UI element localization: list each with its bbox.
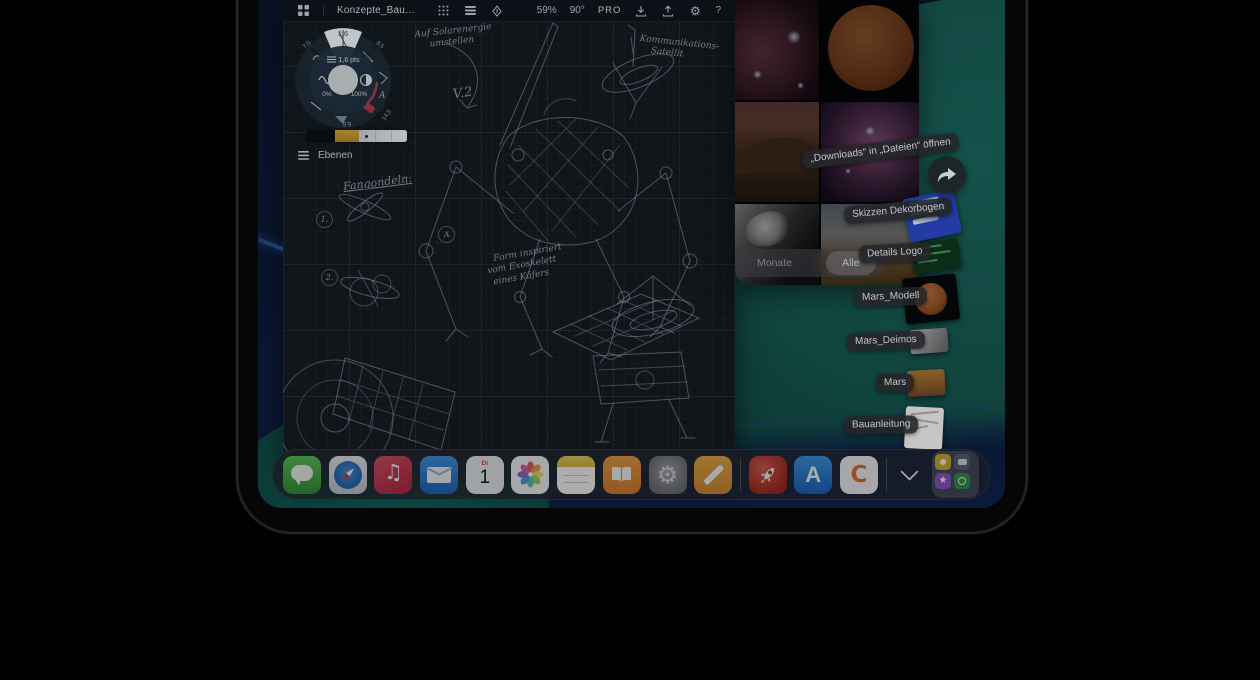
camera-mini-icon [954,454,970,470]
rocket-icon [752,459,783,490]
drag-label-mars-deimos: Mars_Deimos [847,329,925,351]
drop-arrow-badge [928,156,966,194]
wheel-max-label: 100% [351,91,368,98]
dock-item-books[interactable] [603,456,641,494]
chevron-down-icon [900,462,918,480]
star-mini-icon: ★ [935,473,951,489]
color-swatch-bar[interactable] [306,130,407,142]
drag-label-bauanleitung: Bauanleitung [844,413,919,434]
photos-flower-icon [517,461,544,488]
calendar-weekday: Di [466,460,504,467]
dock-item-appstore[interactable]: A [794,456,832,494]
import-download-button[interactable] [634,4,648,18]
pro-badge-button[interactable]: PRO [598,5,622,16]
layers-label: Ebenen [318,150,352,161]
wheel-min-label: 0% [322,91,332,98]
tool-wheel[interactable]: A 1,6 7,5 8,5 [291,24,395,130]
dock-item-rocket[interactable] [749,456,787,494]
dock-item-messages[interactable] [283,456,321,494]
help-button[interactable]: ? [715,5,721,16]
swatch-divider [391,130,392,142]
tips-mini-icon [935,454,951,470]
swatch-black [306,130,335,142]
annotation-number-1: 1. [316,211,333,228]
dock-item-notes[interactable] [557,456,595,494]
concepts-icon: C [850,462,867,488]
tab-monate[interactable]: Monate [745,257,804,269]
books-icon [610,466,633,483]
app-grid-button[interactable] [296,4,310,18]
hamburger-icon [298,151,309,160]
dock-item-mail[interactable] [420,456,458,494]
document-title[interactable]: Konzepte_Bau… [337,5,415,16]
music-icon: ♫ [374,460,412,484]
zoom-level-button[interactable]: 59% [537,5,557,16]
ipad-screen: Auf Solarenergie umstellen Kommunikation… [258,0,1005,508]
drag-label-details: Details Logo [859,240,932,263]
swatch-divider [375,130,376,142]
export-share-button[interactable] [661,4,675,18]
dots-grid-button[interactable] [436,4,450,18]
calendar-day: 1 [466,468,504,487]
wheel-size-d: 6,8 [342,120,351,126]
notes-icon [557,456,595,467]
dock-item-sketch-pen[interactable] [694,456,732,494]
target-mini-icon [954,473,970,489]
dock-suggested-apps[interactable]: ★ [932,451,979,498]
dock-divider [740,458,741,492]
pen-nib-button[interactable] [490,4,504,18]
settings-gear-button[interactable]: ⚙ [688,4,702,18]
dock-chevron-button[interactable] [894,460,924,490]
dock-item-photos[interactable] [511,456,549,494]
svg-text:A: A [378,91,386,101]
appstore-icon: A [805,462,821,488]
rotation-button[interactable]: 90° [570,5,585,16]
layers-button[interactable]: Ebenen [298,150,352,161]
toolbar-divider [323,5,324,16]
annotation-number-2: 2. [321,269,338,286]
dock-item-safari[interactable] [329,456,367,494]
wheel-size-c: 14,5 [381,108,393,122]
settings-gear-icon: ⚙ [657,463,679,487]
concepts-toolbar: Konzepte_Bau… 59% 90° PRO [283,0,735,22]
dock: ♫ Di 1 [272,449,990,500]
annotation-version: V.2 [452,85,474,104]
wheel-selected-size: 1,6 [338,29,348,38]
pen-icon [703,463,725,485]
dock-item-music[interactable]: ♫ [374,456,412,494]
drag-label-mars-modell: Mars_Modell [854,285,928,307]
forward-arrow-icon [937,167,957,183]
drag-label-mars: Mars [876,372,915,392]
wheel-size-label: 1,6 pts [338,57,360,64]
layers-stack-button[interactable] [463,4,477,18]
concepts-app-window: Auf Solarenergie umstellen Kommunikation… [283,0,735,472]
dock-divider [886,458,887,492]
dock-item-settings[interactable]: ⚙ [649,456,687,494]
dock-item-concepts[interactable]: C [840,456,878,494]
swatch-light [359,130,408,142]
swatch-marker-dot [365,135,368,138]
dock-item-calendar[interactable]: Di 1 [466,456,504,494]
swatch-gold [335,130,358,142]
